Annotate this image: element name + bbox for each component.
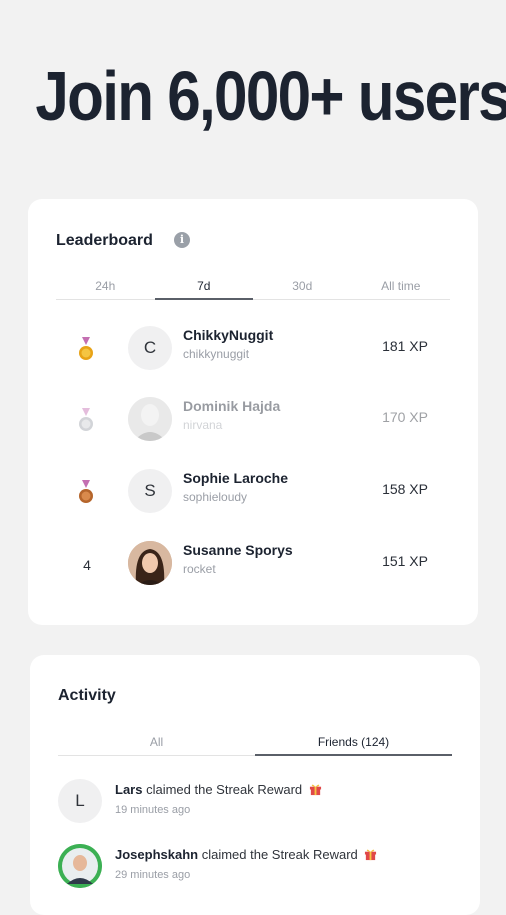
leaderboard-row[interactable]: 4 Susanne Sporys rocket 151 XP bbox=[28, 536, 478, 596]
activity-user: Josephskahn bbox=[115, 847, 199, 862]
tab-7d[interactable]: 7d bbox=[154, 279, 254, 300]
gift-icon bbox=[309, 784, 321, 796]
activity-item[interactable]: Josephskahn claimed the Streak Reward 29… bbox=[30, 844, 480, 904]
user-name: ChikkyNuggit bbox=[183, 327, 274, 343]
activity-user: Lars bbox=[115, 782, 143, 797]
avatar: S bbox=[128, 469, 172, 513]
xp-value: 158 XP bbox=[382, 481, 428, 497]
tab-friends[interactable]: Friends (124) bbox=[255, 735, 452, 756]
user-handle: sophieloudy bbox=[183, 490, 248, 504]
user-photo-icon bbox=[128, 541, 172, 585]
activity-card: Activity All Friends (124) L Lars claime… bbox=[30, 655, 480, 915]
xp-value: 181 XP bbox=[382, 338, 428, 354]
activity-item[interactable]: L Lars claimed the Streak Reward 19 minu… bbox=[30, 779, 480, 839]
user-photo-icon bbox=[128, 397, 172, 441]
xp-value: 151 XP bbox=[382, 553, 428, 569]
gold-medal-icon bbox=[79, 337, 93, 360]
leaderboard-card: Leaderboard i 24h 7d 30d All time C Chik… bbox=[28, 199, 478, 625]
activity-action: claimed the Streak Reward bbox=[201, 847, 358, 862]
avatar bbox=[128, 397, 172, 441]
gift-icon bbox=[365, 849, 377, 861]
user-handle: nirvana bbox=[183, 418, 223, 432]
avatar: L bbox=[58, 779, 102, 823]
rank-number: 4 bbox=[83, 557, 91, 573]
activity-time: 19 minutes ago bbox=[115, 804, 191, 816]
user-handle: chikkynuggit bbox=[183, 347, 250, 361]
headline: Join 6,000+ users bbox=[35, 57, 506, 135]
leaderboard-row[interactable]: C ChikkyNuggit chikkynuggit 181 XP bbox=[28, 321, 478, 381]
leaderboard-row[interactable]: S Sophie Laroche sophieloudy 158 XP bbox=[28, 464, 478, 524]
avatar bbox=[58, 844, 102, 888]
activity-tabs: All Friends (124) bbox=[58, 735, 452, 756]
tab-30d[interactable]: 30d bbox=[253, 279, 352, 299]
leaderboard-row[interactable]: Dominik Hajda nirvana 170 XP bbox=[28, 392, 478, 452]
info-icon[interactable]: i bbox=[174, 232, 190, 248]
activity-action: claimed the Streak Reward bbox=[146, 782, 303, 797]
activity-time: 29 minutes ago bbox=[115, 869, 191, 881]
tab-all[interactable]: All bbox=[58, 735, 255, 755]
user-photo-icon bbox=[58, 844, 102, 888]
avatar bbox=[128, 541, 172, 585]
bronze-medal-icon bbox=[79, 480, 93, 503]
silver-medal-icon bbox=[79, 408, 93, 431]
leaderboard-tabs: 24h 7d 30d All time bbox=[56, 279, 450, 300]
activity-title: Activity bbox=[58, 687, 116, 704]
xp-value: 170 XP bbox=[382, 409, 428, 425]
user-name: Sophie Laroche bbox=[183, 470, 289, 486]
user-name: Susanne Sporys bbox=[183, 542, 293, 558]
leaderboard-title: Leaderboard bbox=[56, 232, 153, 249]
activity-text: Josephskahn claimed the Streak Reward bbox=[115, 847, 377, 862]
tab-all-time[interactable]: All time bbox=[352, 279, 451, 299]
tab-24h[interactable]: 24h bbox=[56, 279, 155, 299]
activity-text: Lars claimed the Streak Reward bbox=[115, 782, 322, 797]
user-handle: rocket bbox=[183, 562, 216, 576]
avatar: C bbox=[128, 326, 172, 370]
user-name: Dominik Hajda bbox=[183, 398, 281, 414]
